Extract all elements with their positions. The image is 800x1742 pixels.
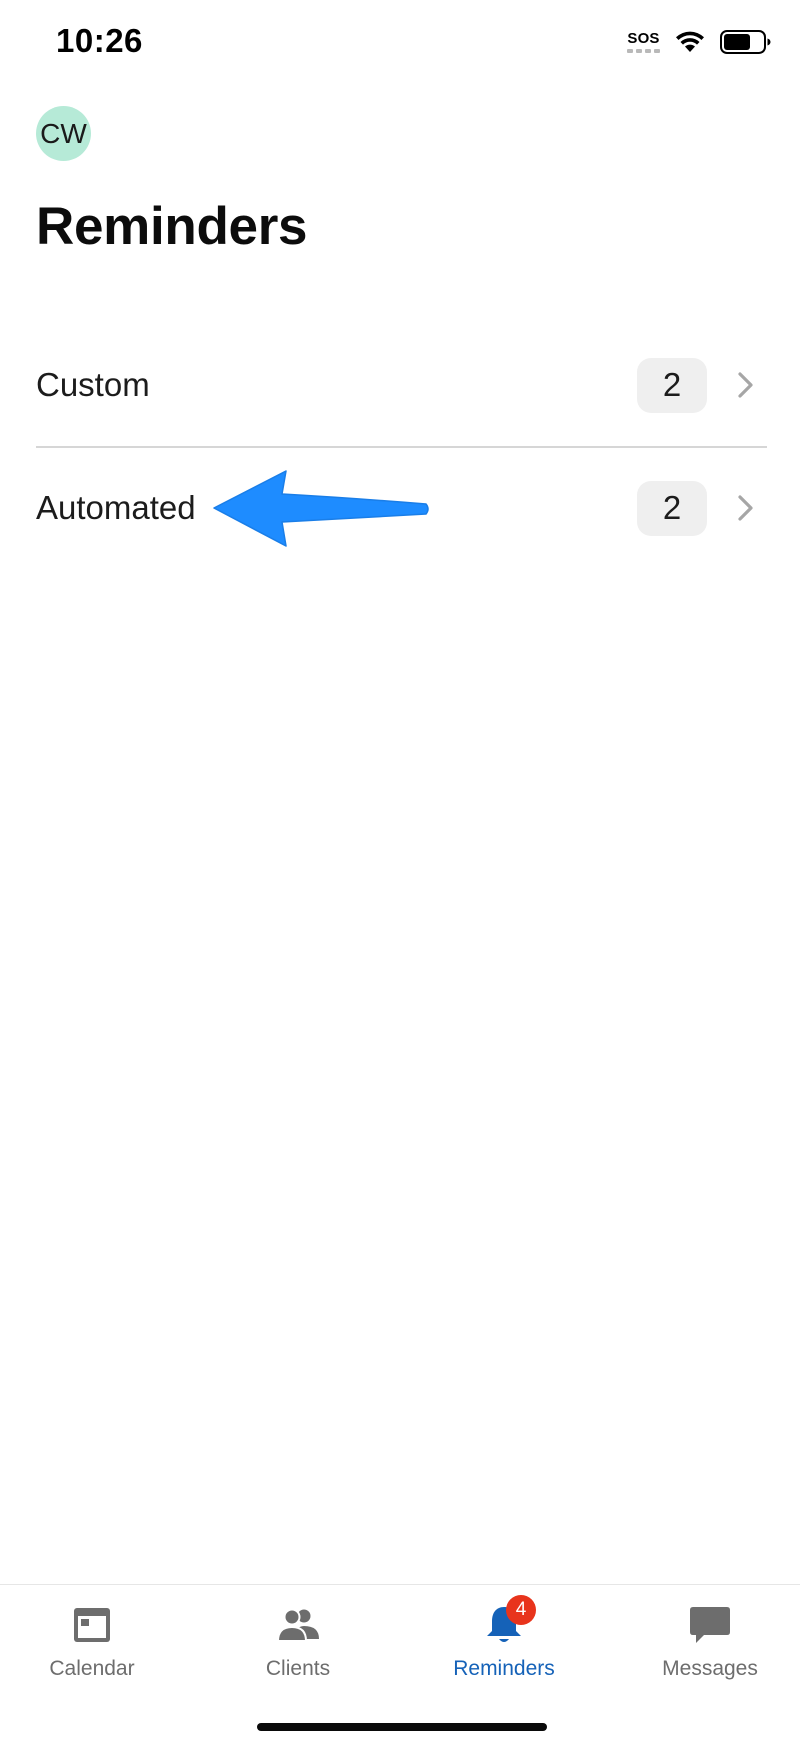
home-indicator[interactable]: [257, 1723, 547, 1731]
tab-reminders[interactable]: 4 Reminders: [404, 1585, 604, 1695]
arrow-left-icon: [213, 470, 429, 547]
battery-icon: [720, 30, 771, 54]
tab-label: Messages: [662, 1657, 758, 1680]
people-icon: [276, 1608, 319, 1642]
tab-clients[interactable]: Clients: [198, 1585, 398, 1695]
count-badge: 2: [637, 480, 707, 536]
chevron-right-icon: [738, 495, 753, 521]
status-time: 10:26: [56, 22, 143, 59]
tab-messages[interactable]: Messages: [610, 1585, 800, 1695]
page-title: Reminders: [36, 197, 308, 256]
notification-badge: 4: [506, 1595, 536, 1625]
avatar-initials: CW: [40, 117, 87, 149]
tab-calendar[interactable]: Calendar: [0, 1585, 192, 1695]
sos-indicator: SOS: [627, 31, 660, 53]
reminder-row-custom[interactable]: Custom 2: [36, 335, 767, 435]
message-icon: [690, 1607, 730, 1643]
signal-dots: [627, 49, 660, 53]
calendar-icon: [74, 1608, 110, 1642]
tab-label: Reminders: [453, 1657, 555, 1680]
avatar[interactable]: CW: [36, 106, 91, 161]
tab-label: Calendar: [49, 1657, 135, 1680]
bell-icon-wrapper: 4: [482, 1595, 536, 1647]
sos-label: SOS: [627, 30, 660, 47]
wifi-icon: [676, 31, 704, 52]
row-divider: [36, 446, 767, 448]
reminder-row-label: Custom: [36, 366, 150, 403]
status-bar: 10:26 SOS: [0, 0, 800, 90]
tab-bar: Calendar Clients 4 Reminders Messages: [0, 1584, 800, 1742]
status-icons: SOS: [627, 30, 772, 54]
tab-label: Clients: [265, 1657, 331, 1680]
chevron-right-icon: [738, 372, 753, 398]
count-badge: 2: [637, 357, 707, 413]
